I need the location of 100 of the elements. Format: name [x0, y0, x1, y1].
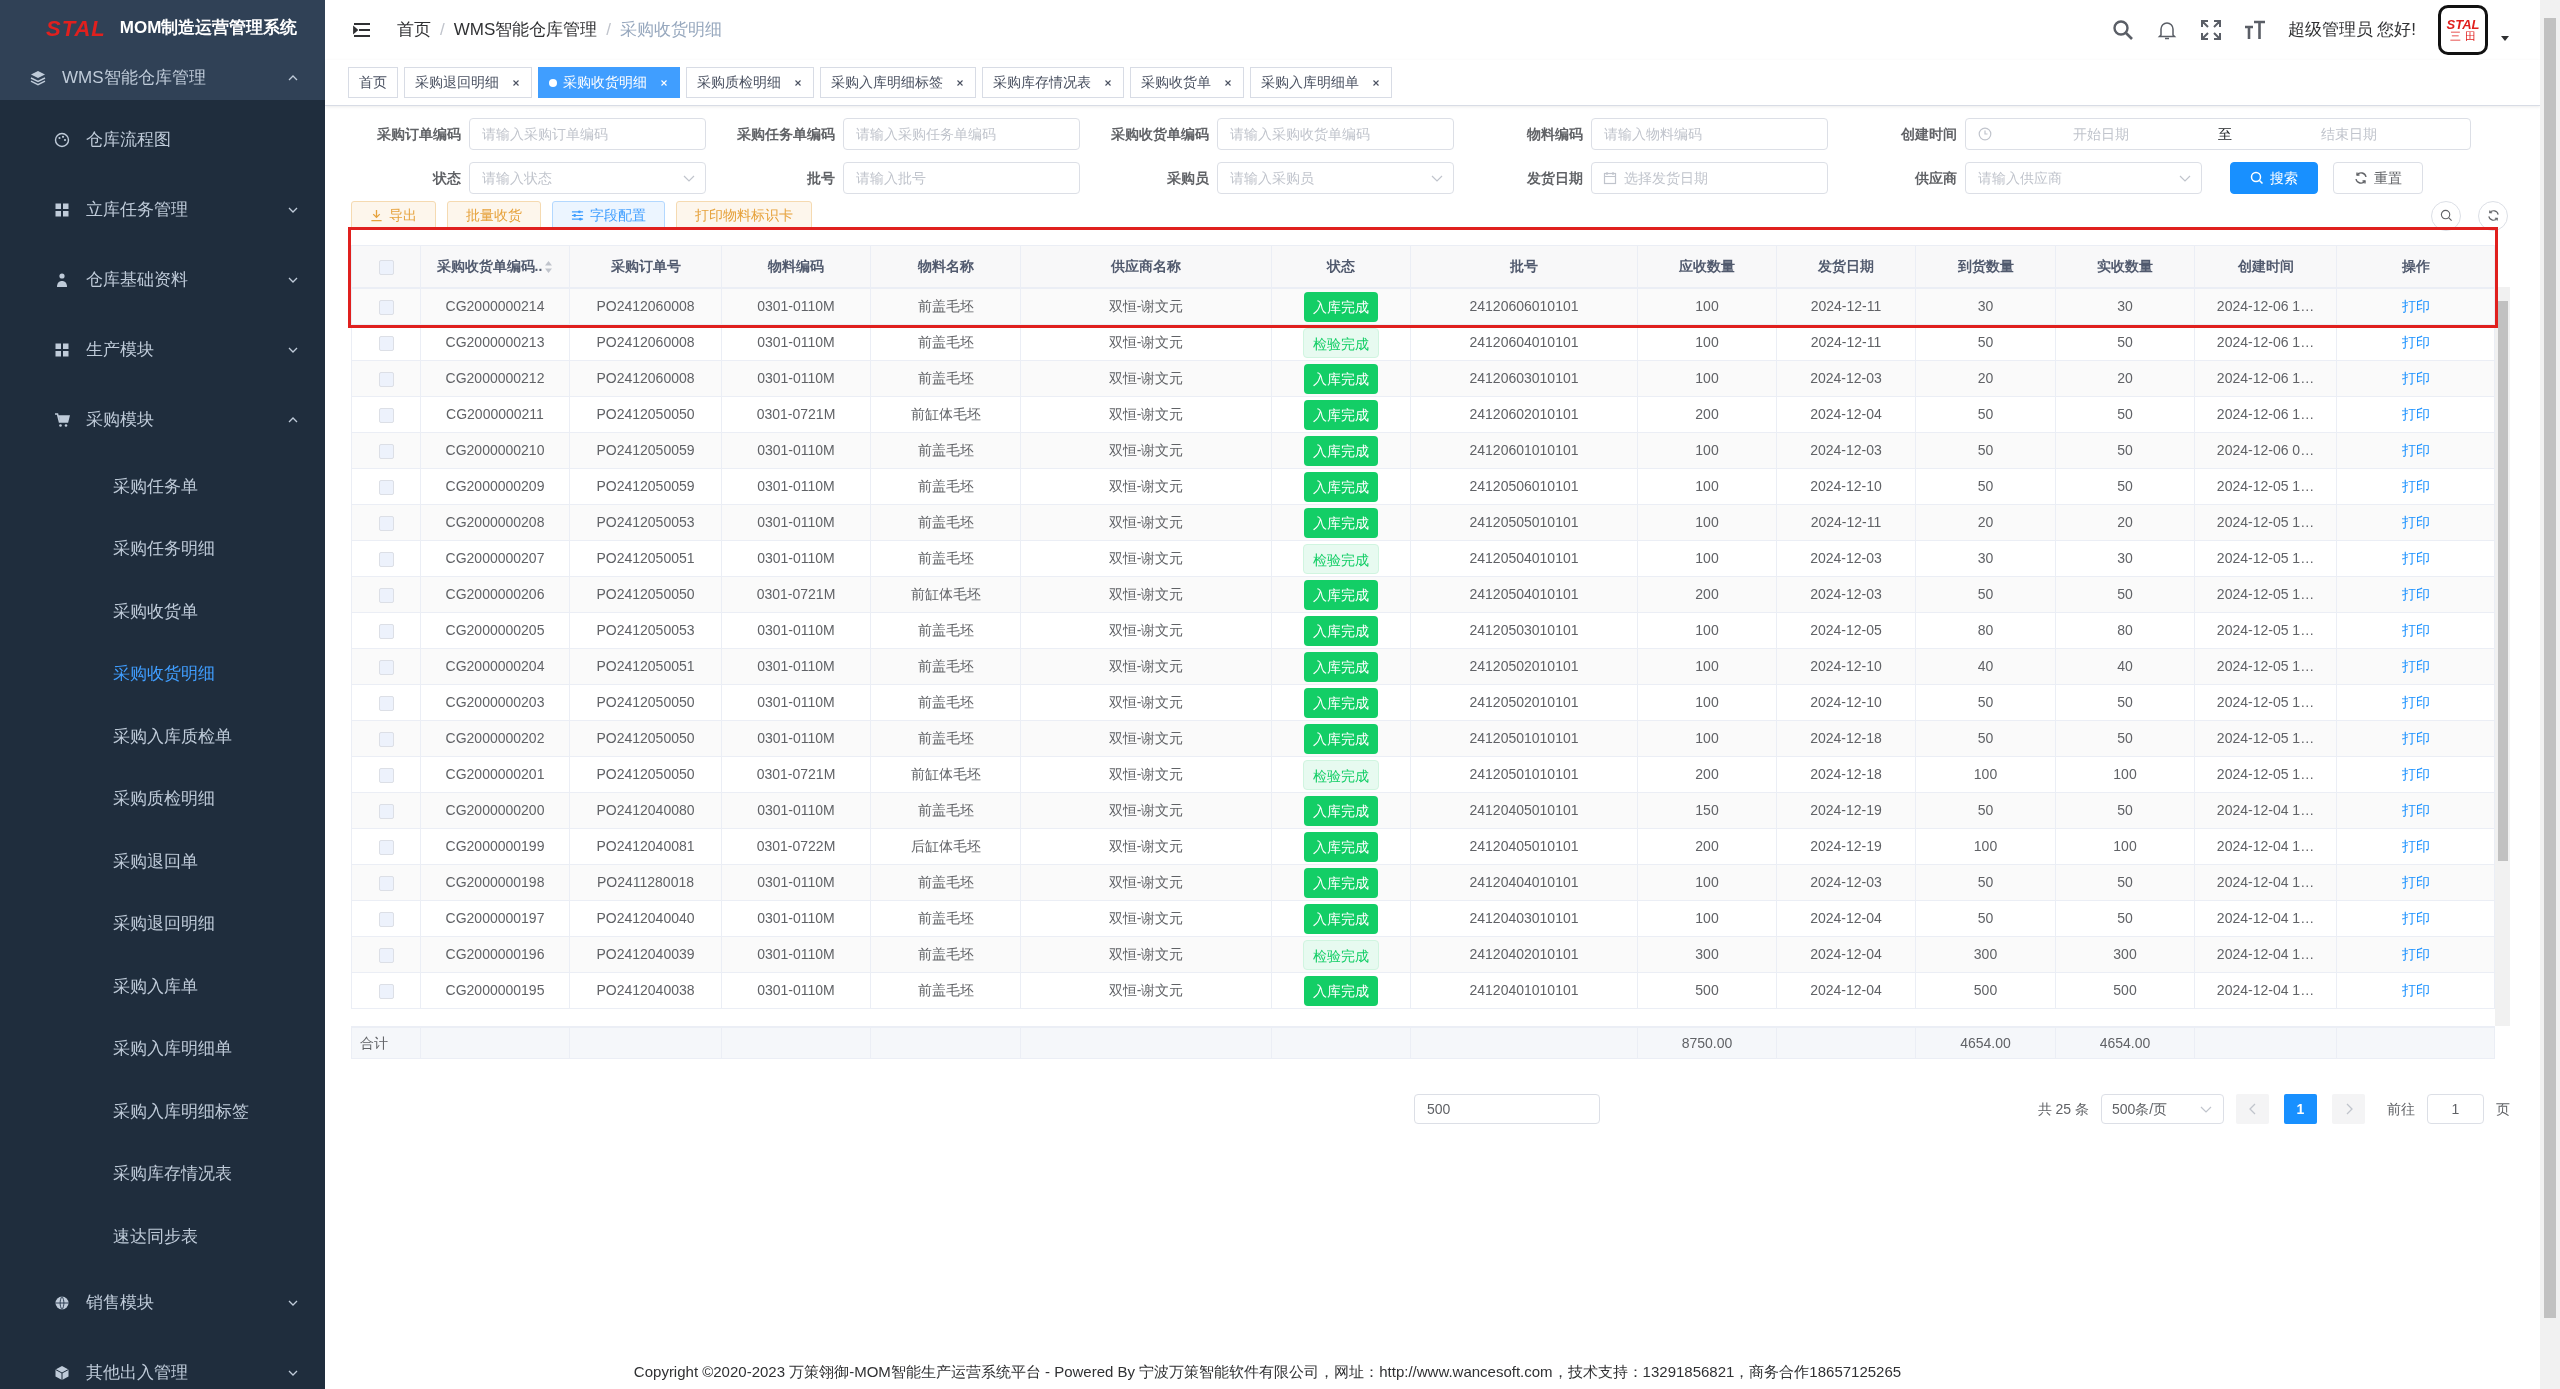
print-link[interactable]: 打印	[2401, 550, 2430, 566]
font-size-icon[interactable]	[2243, 19, 2266, 41]
print-link[interactable]: 打印	[2401, 406, 2430, 422]
print-link[interactable]: 打印	[2401, 694, 2430, 710]
menu-item[interactable]: 采购模块	[0, 385, 325, 455]
date-field[interactable]: 选择发货日期	[1591, 162, 1828, 194]
tab[interactable]: 采购库存情况表	[982, 67, 1124, 98]
avatar[interactable]: STAL 三 田	[2438, 5, 2488, 55]
date-range-field[interactable]: 开始日期 至 结束日期	[1965, 118, 2471, 150]
menu-item[interactable]: 采购退回明细	[0, 892, 325, 955]
input-field[interactable]: 请输入采购订单编码	[469, 118, 706, 150]
caret-icon[interactable]	[2500, 33, 2510, 43]
reset-button[interactable]: 重置	[2333, 162, 2423, 194]
row-checkbox[interactable]	[378, 371, 394, 387]
menu-item[interactable]: 采购入库明细单	[0, 1017, 325, 1080]
column-header[interactable]: 采购收货单编码..	[420, 245, 570, 288]
menu-item[interactable]: 销售模块	[0, 1267, 325, 1338]
menu-item[interactable]: 采购库存情况表	[0, 1142, 325, 1205]
row-checkbox[interactable]	[378, 335, 394, 351]
menu-item[interactable]: 采购收货明细	[0, 642, 325, 705]
breadcrumb-item[interactable]: 首页	[397, 17, 431, 43]
select-all-checkbox[interactable]	[378, 259, 394, 275]
tab[interactable]: 采购入库明细标签	[820, 67, 976, 98]
start-date-field[interactable]: 开始日期	[1992, 123, 2210, 145]
menu-item[interactable]: 采购任务明细	[0, 517, 325, 580]
row-checkbox[interactable]	[378, 407, 394, 423]
bell-icon[interactable]	[2155, 19, 2178, 41]
menu-item[interactable]: 采购入库质检单	[0, 705, 325, 768]
close-icon[interactable]	[1371, 77, 1381, 88]
next-page-button[interactable]	[2332, 1094, 2365, 1124]
scrollbar-thumb[interactable]	[2544, 18, 2556, 1318]
input-field[interactable]: 请输入采购收货单编码	[1217, 118, 1454, 150]
row-checkbox[interactable]	[378, 983, 394, 999]
print-link[interactable]: 打印	[2401, 622, 2430, 638]
row-checkbox[interactable]	[378, 731, 394, 747]
scrollbar-thumb[interactable]	[2497, 301, 2508, 861]
select-field[interactable]: 请输入采购员	[1217, 162, 1454, 194]
menu-item[interactable]: 采购质检明细	[0, 767, 325, 830]
row-checkbox[interactable]	[378, 623, 394, 639]
table-cell: 双恒-谢文元	[1020, 432, 1272, 469]
breadcrumb-separator: /	[606, 19, 611, 42]
table-cell: 200	[1637, 828, 1777, 865]
row-checkbox[interactable]	[378, 443, 394, 459]
row-checkbox[interactable]	[378, 659, 394, 675]
menu-item[interactable]: 速达同步表	[0, 1205, 325, 1268]
page-size-select[interactable]: 500条/页	[2101, 1094, 2224, 1124]
print-link[interactable]: 打印	[2401, 838, 2430, 854]
tab[interactable]: 采购退回明细	[404, 67, 532, 98]
row-checkbox[interactable]	[378, 515, 394, 531]
close-icon[interactable]	[793, 77, 803, 88]
refresh-button[interactable]	[2478, 200, 2508, 231]
page-scrollbar[interactable]	[2540, 0, 2560, 1389]
menu-item[interactable]: 立库任务管理	[0, 175, 325, 245]
menu-item[interactable]: 采购任务单	[0, 455, 325, 518]
row-checkbox[interactable]	[378, 947, 394, 963]
breadcrumb-item[interactable]: WMS智能仓库管理	[453, 17, 598, 43]
menu-item[interactable]: 采购收货单	[0, 580, 325, 643]
tab[interactable]: 采购收货单	[1130, 67, 1244, 98]
row-checkbox[interactable]	[378, 695, 394, 711]
tab[interactable]: 采购质检明细	[686, 67, 814, 98]
row-checkbox[interactable]	[378, 803, 394, 819]
menu-item[interactable]: 采购入库单	[0, 955, 325, 1018]
input-field[interactable]: 请输入批号	[843, 162, 1080, 194]
print-link[interactable]: 打印	[2401, 982, 2430, 998]
row-checkbox[interactable]	[378, 299, 394, 315]
row-checkbox[interactable]	[378, 875, 394, 891]
print-link[interactable]: 打印	[2401, 478, 2430, 494]
page-input[interactable]: 1	[2427, 1094, 2484, 1124]
input-field[interactable]: 请输入采购任务单编码	[843, 118, 1080, 150]
menu-item[interactable]: 采购入库明细标签	[0, 1080, 325, 1143]
close-icon[interactable]	[955, 77, 965, 88]
search-icon[interactable]	[2111, 19, 2134, 41]
table-scrollbar[interactable]	[2495, 287, 2510, 1026]
tab[interactable]: 首页	[348, 67, 398, 98]
select-field[interactable]: 请输入供应商	[1965, 162, 2202, 194]
select-field[interactable]: 请输入状态	[469, 162, 706, 194]
row-checkbox[interactable]	[378, 551, 394, 567]
row-checkbox[interactable]	[378, 911, 394, 927]
fullscreen-icon[interactable]	[2199, 19, 2222, 41]
end-date-field[interactable]: 结束日期	[2240, 123, 2458, 145]
print-link[interactable]: 打印	[2401, 766, 2430, 782]
menu-item[interactable]: 仓库基础资料	[0, 245, 325, 315]
row-checkbox[interactable]	[378, 839, 394, 855]
menu-item[interactable]: 生产模块	[0, 315, 325, 385]
row-checkbox[interactable]	[378, 479, 394, 495]
row-checkbox[interactable]	[378, 767, 394, 783]
print-link[interactable]: 打印	[2401, 334, 2430, 350]
prev-page-button[interactable]	[2236, 1094, 2269, 1124]
close-icon[interactable]	[511, 77, 521, 88]
menu-item[interactable]: 采购退回单	[0, 830, 325, 893]
input-field[interactable]: 500	[1414, 1094, 1600, 1124]
close-icon[interactable]	[1223, 77, 1233, 88]
tab[interactable]: 采购入库明细单	[1250, 67, 1392, 98]
print-link[interactable]: 打印	[2401, 910, 2430, 926]
sort-icon[interactable]	[544, 260, 554, 275]
input-field[interactable]: 请输入物料编码	[1591, 118, 1828, 150]
row-checkbox[interactable]	[378, 587, 394, 603]
menu-item[interactable]: 仓库流程图	[0, 105, 325, 175]
menu-item[interactable]: 其他出入管理	[0, 1337, 325, 1389]
close-icon[interactable]	[1103, 77, 1113, 88]
